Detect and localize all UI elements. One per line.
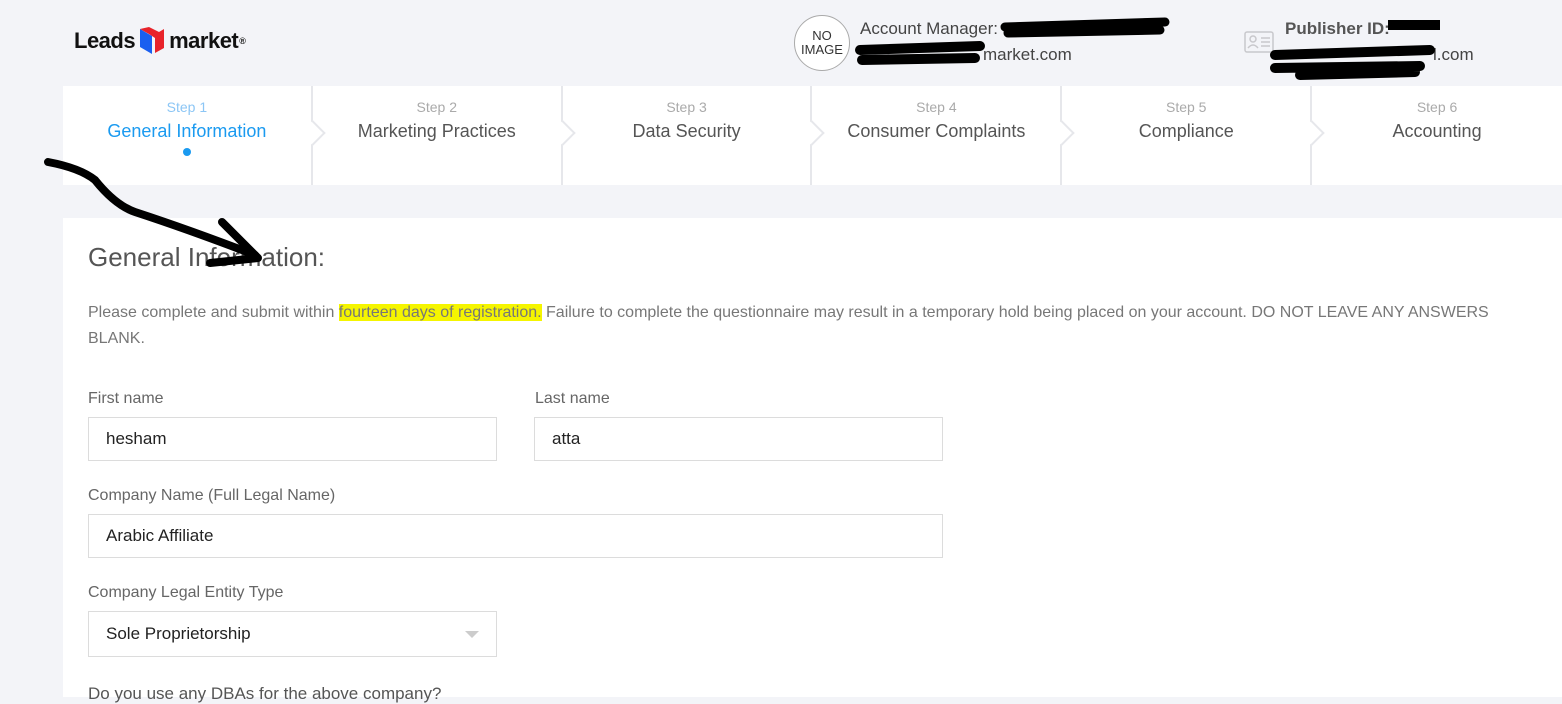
step-2-tab[interactable]: Step 2 Marketing Practices xyxy=(313,86,576,185)
intro-text: Please complete and submit within fourte… xyxy=(88,304,1489,347)
dba-question-label: Do you use any DBAs for the above compan… xyxy=(88,684,442,703)
step-4-tab[interactable]: Step 4 Consumer Complaints xyxy=(812,86,1076,185)
company-name-label: Company Name (Full Legal Name) xyxy=(88,487,336,504)
last-name-label: Last name xyxy=(535,390,610,407)
highlighted-text: fourteen days of registration. xyxy=(338,304,542,321)
redaction-marks xyxy=(855,17,1440,80)
entity-type-label: Company Legal Entity Type xyxy=(88,584,284,601)
first-name-input[interactable] xyxy=(88,417,497,461)
step-5-tab[interactable]: Step 5 Compliance xyxy=(1062,86,1325,185)
step-6-tab[interactable]: Step 6 Accounting xyxy=(1312,86,1562,185)
company-name-input[interactable] xyxy=(88,514,943,558)
chevron-down-icon xyxy=(465,630,479,638)
first-name-label: First name xyxy=(88,390,164,407)
hand-drawn-arrow xyxy=(44,158,262,267)
step-3-tab[interactable]: Step 3 Data Security xyxy=(563,86,826,185)
last-name-input[interactable] xyxy=(534,417,943,461)
entity-type-select[interactable]: Sole Proprietorship xyxy=(88,611,497,657)
